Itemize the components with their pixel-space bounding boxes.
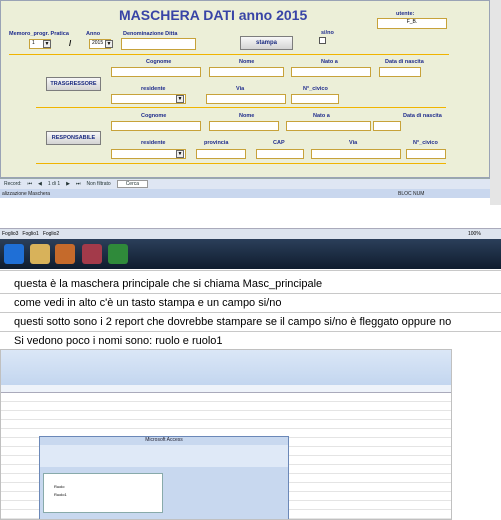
- t-via-field[interactable]: [206, 94, 286, 104]
- t-datanascita-field[interactable]: [379, 67, 421, 77]
- chevron-down-icon[interactable]: ▼: [105, 40, 113, 48]
- first-record-icon[interactable]: ⏮: [28, 181, 33, 187]
- r-cap-field[interactable]: [256, 149, 304, 159]
- denom-label: Denominazione Ditta: [123, 31, 178, 37]
- form-title: MASCHERA DATI anno 2015: [119, 7, 308, 23]
- chevron-down-icon[interactable]: ▼: [43, 40, 51, 48]
- search-input[interactable]: Cerca: [116, 180, 149, 188]
- divider: [0, 270, 501, 271]
- formula-bar: [1, 385, 451, 393]
- message-line: questi sotto sono i 2 report che dovrebb…: [14, 316, 452, 328]
- r-datanascita-field[interactable]: [373, 121, 401, 131]
- r-residente-label: residente: [141, 140, 166, 146]
- slash-separator: /: [69, 39, 72, 48]
- record-navigator: Record: ⏮ ◀ 1 di 1 ▶ ⏭ Non filtrato Cerc…: [0, 178, 490, 189]
- anno-label: Anno: [86, 31, 101, 37]
- r-cognome-label: Cognome: [141, 113, 167, 119]
- filter-status[interactable]: Non filtrato: [87, 181, 111, 187]
- sheet-tab[interactable]: Foglio2: [43, 231, 59, 237]
- numlock-indicator: BLOC NUM: [398, 190, 425, 197]
- divider: [0, 293, 501, 294]
- divider: [0, 331, 501, 332]
- responsabile-button[interactable]: RESPONSABILE: [46, 131, 101, 145]
- stampa-button[interactable]: stampa: [240, 36, 293, 50]
- divider: [0, 312, 501, 313]
- r-natoa-field[interactable]: [286, 121, 371, 131]
- divider: [36, 107, 446, 108]
- chevron-down-icon[interactable]: ▼: [176, 95, 184, 103]
- message-line: Si vedono poco i nomi sono: ruolo e ruol…: [14, 335, 223, 347]
- t-cognome-field[interactable]: [111, 67, 201, 77]
- nav-pane: Ruolo Ruolo1: [43, 473, 163, 513]
- access-icon[interactable]: [82, 244, 102, 264]
- r-civico-field[interactable]: [406, 149, 446, 159]
- inner-title: Microsoft Access: [145, 437, 183, 443]
- message-line: questa è la maschera principale che si c…: [14, 278, 323, 290]
- sheet-tab[interactable]: Foglio1: [22, 231, 38, 237]
- r-via-label: Via: [349, 140, 358, 146]
- divider: [36, 163, 446, 164]
- message-line: come vedi in alto c'è un tasto stampa e …: [14, 297, 282, 309]
- r-datanascita-label: Data di nascita: [403, 113, 442, 119]
- excel-icon[interactable]: [108, 244, 128, 264]
- r-natoa-label: Nato a: [313, 113, 330, 119]
- zoom-level: 100%: [468, 231, 481, 237]
- last-record-icon[interactable]: ⏭: [76, 181, 81, 187]
- r-residente-field[interactable]: [111, 149, 186, 159]
- access-statusbar: alizzazione Maschera BLOC NUM: [0, 189, 490, 198]
- worksheet-area: [0, 205, 501, 228]
- t-via-label: Via: [236, 86, 245, 92]
- r-cap-label: CAP: [273, 140, 285, 146]
- form-window: MASCHERA DATI anno 2015 utente: F_B. Mem…: [0, 0, 490, 178]
- folder-icon[interactable]: [30, 244, 50, 264]
- utente-field[interactable]: F_B.: [377, 18, 447, 29]
- prev-record-icon[interactable]: ◀: [38, 181, 42, 187]
- inner-access-window: Microsoft Access Ruolo Ruolo1: [39, 436, 289, 519]
- t-civico-field[interactable]: [291, 94, 339, 104]
- memoro-label: Memoro_progr. Pratica: [9, 31, 69, 37]
- scrollbar[interactable]: [490, 0, 501, 205]
- embedded-screenshot: Microsoft Access Ruolo Ruolo1: [0, 349, 452, 520]
- t-civico-label: N°_civico: [303, 86, 328, 92]
- t-residente-label: residente: [141, 86, 166, 92]
- r-provincia-label: provincia: [204, 140, 229, 146]
- t-residente-field[interactable]: [111, 94, 186, 104]
- r-nome-field[interactable]: [209, 121, 279, 131]
- sino-checkbox[interactable]: [319, 37, 326, 44]
- sheet-tabs: Foglio3 Foglio1 Foglio2 100%: [0, 228, 501, 239]
- t-natoa-label: Nato a: [321, 59, 338, 65]
- trasgressore-button[interactable]: TRASGRESSORE: [46, 77, 101, 91]
- sino-label: si/no: [321, 30, 334, 36]
- denom-field[interactable]: [121, 38, 196, 50]
- t-natoa-field[interactable]: [291, 67, 371, 77]
- divider: [9, 54, 449, 55]
- next-record-icon[interactable]: ▶: [66, 181, 70, 187]
- r-cognome-field[interactable]: [111, 121, 201, 131]
- media-icon[interactable]: [55, 244, 75, 264]
- inner-ribbon: [40, 445, 288, 467]
- view-mode-label: alizzazione Maschera: [2, 190, 51, 197]
- taskbar: [0, 239, 501, 269]
- ie-icon[interactable]: [4, 244, 24, 264]
- record-label: Record:: [4, 181, 22, 187]
- r-civico-label: N°_civico: [413, 140, 438, 146]
- utente-label: utente:: [396, 11, 415, 17]
- record-position: 1 di 1: [47, 181, 61, 187]
- t-datanascita-label: Data di nascita: [385, 59, 424, 65]
- r-nome-label: Nome: [239, 113, 255, 119]
- sheet-tab[interactable]: Foglio3: [2, 231, 18, 237]
- chevron-down-icon[interactable]: ▼: [176, 150, 184, 158]
- ribbon: [1, 350, 451, 385]
- r-provincia-field[interactable]: [196, 149, 246, 159]
- r-via-field[interactable]: [311, 149, 401, 159]
- t-nome-field[interactable]: [209, 67, 284, 77]
- report-item[interactable]: Ruolo: [54, 484, 64, 489]
- t-nome-label: Nome: [239, 59, 255, 65]
- report-item[interactable]: Ruolo1: [54, 492, 67, 497]
- t-cognome-label: Cognome: [146, 59, 172, 65]
